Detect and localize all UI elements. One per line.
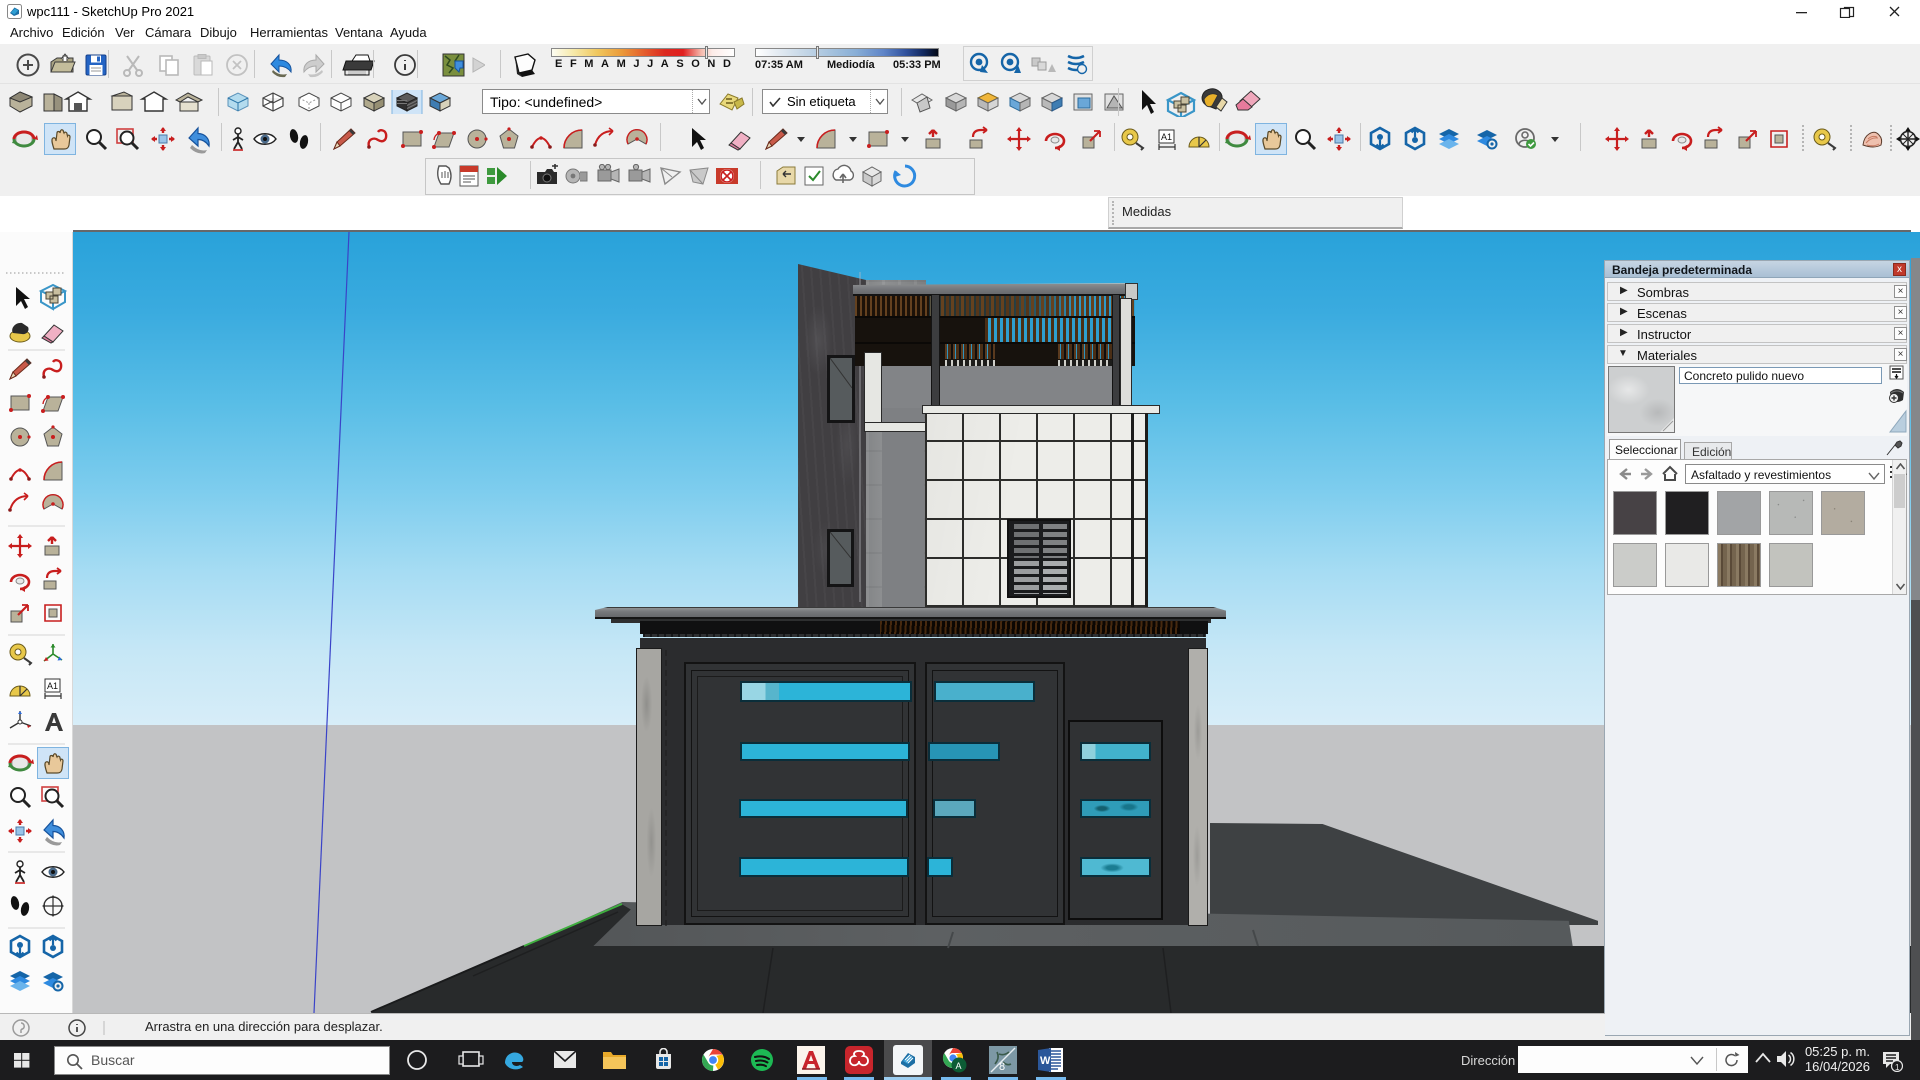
svg-text:8: 8 [999, 1061, 1005, 1073]
svg-text:1: 1 [1895, 1063, 1900, 1072]
svg-text:W: W [1040, 1055, 1051, 1067]
svg-text:A: A [956, 1061, 962, 1071]
